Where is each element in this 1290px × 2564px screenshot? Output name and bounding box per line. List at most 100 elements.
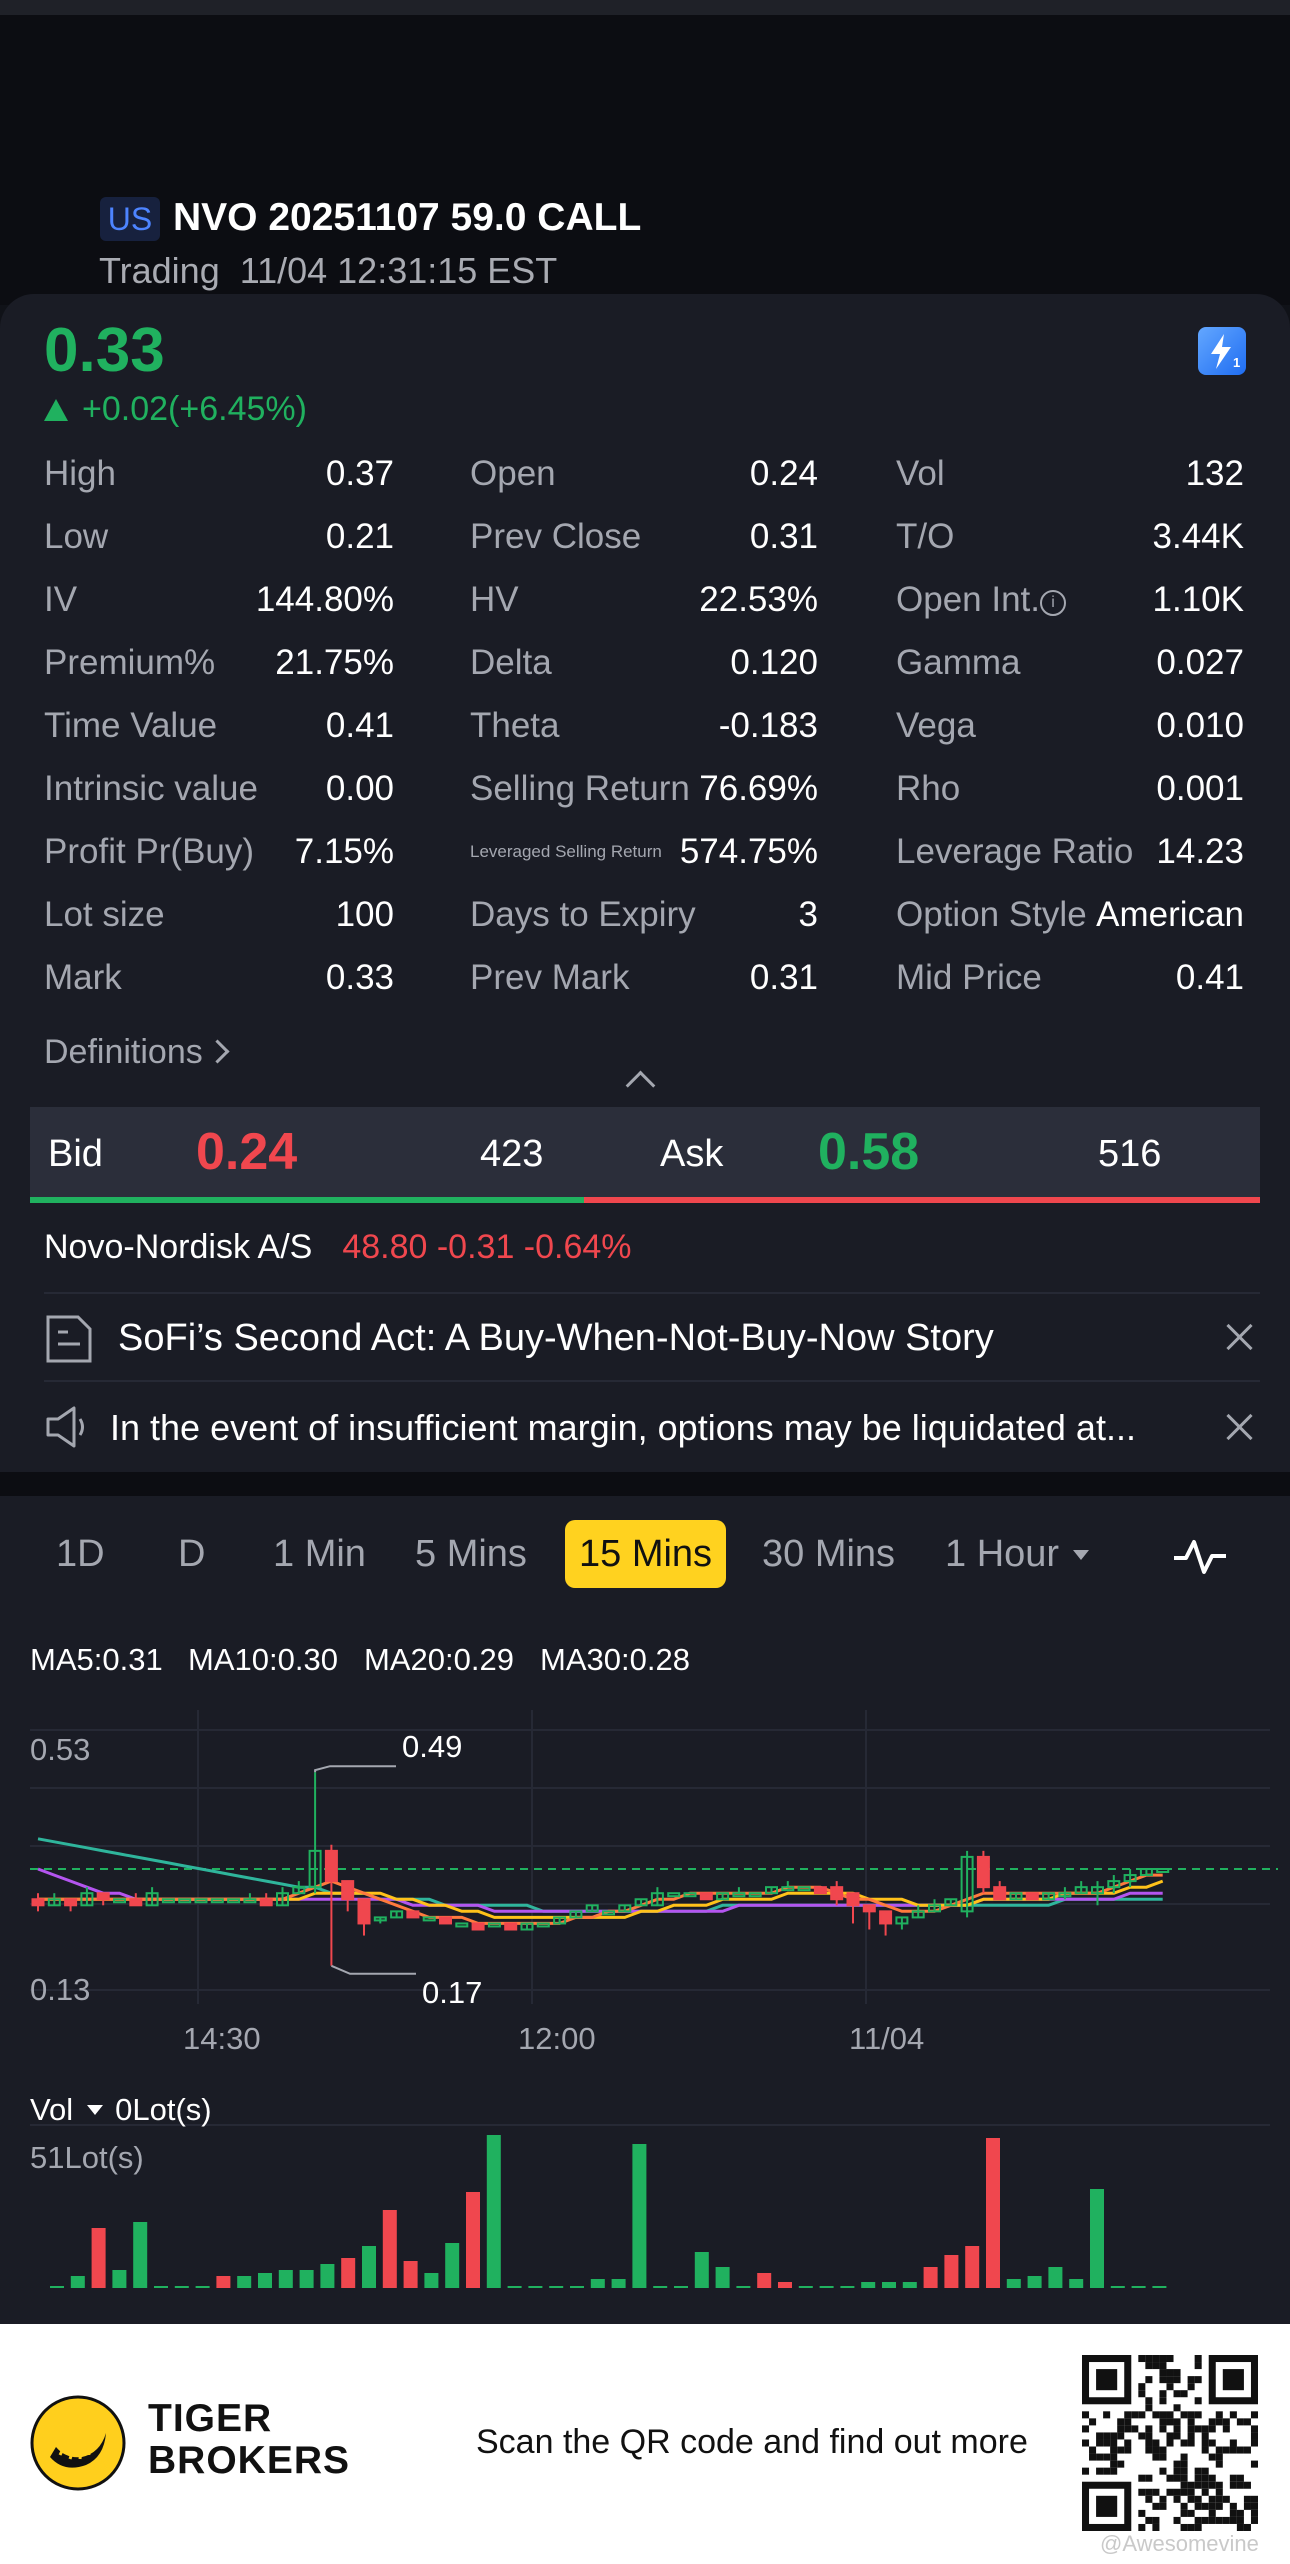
qr-module: [1187, 2488, 1195, 2496]
stat-label: Leverage Ratio: [896, 832, 1134, 871]
volume-bar: [1027, 2276, 1042, 2288]
qr-module: [1117, 2418, 1125, 2426]
stat-label: Intrinsic value: [44, 769, 258, 808]
qr-module: [1145, 2432, 1153, 2440]
info-icon[interactable]: i: [1040, 590, 1066, 616]
stat-open: Open 0.24: [470, 450, 818, 498]
qr-module: [1236, 2509, 1244, 2517]
underlying-quote[interactable]: Novo-Nordisk A/S 48.80 -0.31 -0.64%: [44, 1224, 632, 1270]
qr-module: [1229, 2502, 1237, 2510]
qr-module: [1250, 2509, 1258, 2517]
volume-bar: [736, 2286, 751, 2288]
stat-label: Premium%: [44, 643, 216, 682]
qr-module: [1145, 2439, 1153, 2447]
qr-module: [1243, 2446, 1251, 2454]
stat-label: Rho: [896, 769, 961, 808]
volume-bar: [923, 2267, 938, 2288]
qr-module: [1166, 2411, 1174, 2419]
volume-header[interactable]: Vol 0Lot(s): [30, 2090, 212, 2130]
price-chart[interactable]: [0, 1690, 1290, 2324]
volume-bar: [1152, 2286, 1167, 2288]
volume-bar: [507, 2286, 522, 2288]
candle: [1025, 1892, 1039, 1901]
qr-module: [1208, 2453, 1216, 2461]
volume-max-label: 51Lot(s): [30, 2140, 144, 2175]
indicator-icon[interactable]: [1172, 1536, 1228, 1576]
volume-current: 0Lot(s): [115, 2092, 212, 2127]
candle: [1156, 1868, 1170, 1873]
tab-15mins[interactable]: 15 Mins: [565, 1520, 727, 1588]
qr-module: [1215, 2481, 1223, 2489]
qr-module: [1229, 2446, 1237, 2454]
volume-bar: [466, 2192, 480, 2288]
qr-module: [1194, 2474, 1202, 2482]
qr-module: [1138, 2383, 1146, 2391]
stat-selling-return: Selling Return 76.69%: [470, 765, 818, 813]
news-banner[interactable]: SoFi’s Second Act: A Buy-When-Not-Buy-No…: [44, 1308, 1260, 1368]
candle: [536, 1922, 550, 1928]
qr-module: [1166, 2439, 1174, 2447]
stat-label: Theta: [470, 706, 560, 745]
news-icon: [46, 1315, 92, 1363]
tab-daily[interactable]: D: [178, 1520, 205, 1588]
volume-bar: [549, 2286, 564, 2288]
qr-module: [1229, 2516, 1237, 2524]
ma20-legend: MA20:0.29: [364, 1642, 514, 1677]
candle: [879, 1910, 893, 1925]
qr-module: [1201, 2474, 1209, 2482]
stat-leverage-ratio: Leverage Ratio 14.23: [896, 828, 1244, 876]
stat-value: 0.31: [749, 517, 818, 556]
qr-module: [1229, 2509, 1237, 2517]
qr-module: [1187, 2418, 1195, 2426]
qr-module: [1229, 2481, 1237, 2489]
notice-banner[interactable]: In the event of insufficient margin, opt…: [44, 1398, 1260, 1458]
stat-label: Low: [44, 517, 109, 556]
qr-module: [1215, 2460, 1223, 2468]
qr-module: [1180, 2488, 1188, 2496]
qr-module: [1145, 2516, 1153, 2524]
tab-5mins[interactable]: 5 Mins: [415, 1520, 527, 1588]
stat-label: Prev Mark: [470, 958, 630, 997]
tab-30mins[interactable]: 30 Mins: [762, 1520, 895, 1588]
tab-1hour[interactable]: 1 Hour: [945, 1520, 1090, 1588]
bid-ask-bar[interactable]: Bid 0.24 423 Ask 0.58 516: [30, 1107, 1260, 1200]
qr-module: [1124, 2418, 1132, 2426]
high-annotation: 0.49: [402, 1729, 463, 1764]
qr-module: [1166, 2376, 1174, 2384]
stat-value: 76.69%: [699, 769, 818, 808]
stat-value: 0.33: [325, 958, 394, 997]
tab-1min[interactable]: 1 Min: [273, 1520, 366, 1588]
stat-gamma: Gamma 0.027: [896, 639, 1244, 687]
qr-module: [1187, 2495, 1195, 2503]
candle: [422, 1916, 436, 1922]
stat-premium: Premium% 21.75%: [44, 639, 394, 687]
qr-module: [1145, 2488, 1153, 2496]
stat-option-style: Option Style American: [896, 891, 1244, 939]
stat-value: 0.41: [1175, 958, 1244, 997]
candle: [830, 1886, 844, 1901]
qr-module: [1173, 2425, 1181, 2433]
option-symbol[interactable]: NVO 20251107 59.0 CALL: [173, 193, 641, 243]
qr-module: [1152, 2516, 1160, 2524]
qr-module: [1152, 2355, 1160, 2363]
volume-bar: [882, 2282, 896, 2288]
qr-module: [1194, 2467, 1202, 2475]
flash-order-icon[interactable]: 1: [1198, 327, 1246, 375]
qr-module: [1124, 2439, 1132, 2447]
volume-bar: [299, 2270, 314, 2288]
qr-module: [1110, 2432, 1118, 2440]
close-icon[interactable]: [1224, 1322, 1254, 1352]
qr-module: [1208, 2516, 1216, 2524]
tab-1d[interactable]: 1D: [56, 1520, 105, 1588]
news-headline: SoFi’s Second Act: A Buy-When-Not-Buy-No…: [118, 1317, 994, 1359]
stat-value: 100: [335, 895, 394, 934]
definitions-link[interactable]: Definitions: [44, 1030, 230, 1074]
qr-module: [1250, 2516, 1258, 2524]
qr-module: [1145, 2446, 1153, 2454]
qr-module: [1208, 2509, 1216, 2517]
qr-module: [1152, 2488, 1160, 2496]
qr-module: [1152, 2446, 1160, 2454]
qr-module: [1250, 2411, 1258, 2419]
close-icon[interactable]: [1224, 1412, 1254, 1442]
ask-size: 516: [1098, 1133, 1162, 1175]
